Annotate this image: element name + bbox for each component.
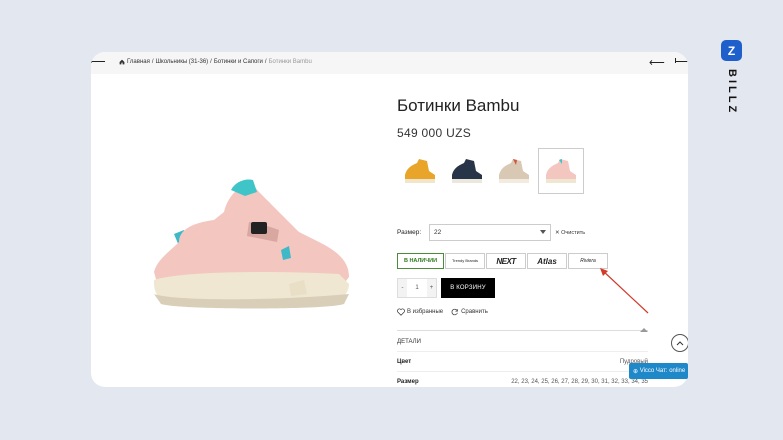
heart-icon bbox=[397, 308, 405, 316]
breadcrumb-sep: / bbox=[210, 59, 212, 65]
product-actions: В избранные Сравнить bbox=[397, 308, 488, 316]
thumb-yellow[interactable] bbox=[397, 148, 443, 194]
chevron-up-icon bbox=[640, 328, 648, 332]
detail-key: Размер bbox=[397, 378, 419, 385]
billz-brand: Z BILLZ bbox=[721, 40, 743, 115]
corner-marker-left bbox=[91, 58, 105, 67]
product-price: 549 000 UZS bbox=[397, 126, 472, 140]
add-to-cart-button[interactable]: В КОРЗИНУ bbox=[441, 278, 495, 298]
chevron-up-icon bbox=[676, 341, 684, 346]
store-availability: В НАЛИЧИИ Trendy Brands NEXT Atlas Rivie… bbox=[397, 253, 609, 269]
size-row: Размер: 22 ✕ Очистить bbox=[397, 224, 585, 241]
breadcrumb: Главная / Школьникы (31-36) / Ботинки и … bbox=[119, 59, 312, 65]
qty-plus-button[interactable]: + bbox=[427, 279, 436, 297]
compare-label: Сравнить bbox=[461, 309, 488, 315]
breadcrumb-level2[interactable]: Ботинки и Сапоги bbox=[214, 59, 263, 65]
qty-value[interactable]: 1 bbox=[407, 279, 427, 297]
size-value: 22 bbox=[434, 229, 442, 236]
detail-row: Цвет Пудровый bbox=[397, 351, 648, 371]
home-icon[interactable] bbox=[119, 59, 125, 65]
top-bar: Главная / Школьникы (31-36) / Ботинки и … bbox=[91, 52, 688, 74]
thumb-pink[interactable] bbox=[538, 148, 584, 194]
trendy-logo-text: Trendy Brands bbox=[451, 257, 479, 263]
detail-key: Цвет bbox=[397, 358, 412, 365]
chat-label: Vicco Чат: online bbox=[639, 368, 686, 374]
chat-icon: ⊕ bbox=[633, 368, 640, 375]
breadcrumb-home[interactable]: Главная bbox=[127, 59, 150, 65]
red-pointer-arrow bbox=[600, 268, 649, 314]
corner-marker-right bbox=[675, 58, 688, 67]
billz-logo-icon: Z bbox=[721, 40, 742, 61]
store-logo-next[interactable]: NEXT bbox=[486, 253, 526, 269]
clear-size-label: Очистить bbox=[561, 229, 586, 236]
in-stock-badge[interactable]: В НАЛИЧИИ bbox=[397, 253, 444, 269]
add-to-favorites[interactable]: В избранные bbox=[397, 308, 443, 316]
quantity-row: - 1 + В КОРЗИНУ bbox=[397, 278, 495, 298]
size-select[interactable]: 22 bbox=[429, 224, 551, 241]
favorites-label: В избранные bbox=[407, 309, 444, 315]
product-card: Главная / Школьникы (31-36) / Ботинки и … bbox=[91, 52, 688, 387]
color-thumbnails bbox=[397, 148, 584, 194]
billz-wordmark: BILLZ bbox=[726, 69, 738, 116]
breadcrumb-level1[interactable]: Школьникы (31-36) bbox=[156, 59, 209, 65]
store-logo-trendy[interactable]: Trendy Brands bbox=[445, 253, 485, 269]
size-label: Размер: bbox=[397, 229, 422, 236]
detail-value: 22, 23, 24, 25, 26, 27, 28, 29, 30, 31, … bbox=[511, 378, 648, 385]
qty-minus-button[interactable]: - bbox=[398, 279, 407, 297]
thumb-beige[interactable] bbox=[491, 148, 537, 194]
thumb-navy[interactable] bbox=[444, 148, 490, 194]
refresh-icon bbox=[451, 308, 458, 316]
details-heading[interactable]: ДЕТАЛИ bbox=[397, 331, 648, 351]
breadcrumb-sep: / bbox=[264, 59, 267, 65]
quantity-stepper[interactable]: - 1 + bbox=[397, 278, 437, 298]
detail-row: Размер 22, 23, 24, 25, 26, 27, 28, 29, 3… bbox=[397, 371, 648, 387]
next-logo-text: NEXT bbox=[496, 256, 516, 266]
chat-widget[interactable]: ⊕ Vicco Чат: online bbox=[629, 363, 688, 379]
back-arrow-icon[interactable]: ⟵ bbox=[649, 56, 665, 69]
riviera-logo-text: Riviera bbox=[580, 258, 596, 264]
chevron-down-icon bbox=[540, 230, 546, 234]
store-logo-atlas[interactable]: Atlas bbox=[527, 253, 567, 269]
breadcrumb-current: Ботинки Bambu bbox=[268, 59, 312, 65]
product-title: Ботинки Bambu bbox=[397, 96, 520, 115]
product-image bbox=[153, 179, 349, 309]
details-section: ДЕТАЛИ Цвет Пудровый Размер 22, 23, 24, … bbox=[397, 328, 648, 387]
compare-link[interactable]: Сравнить bbox=[451, 308, 488, 316]
atlas-logo-text: Atlas bbox=[537, 256, 557, 266]
clear-size-link[interactable]: ✕ Очистить bbox=[555, 230, 585, 236]
scroll-to-top-button[interactable] bbox=[671, 334, 688, 352]
breadcrumb-sep: / bbox=[151, 59, 154, 65]
